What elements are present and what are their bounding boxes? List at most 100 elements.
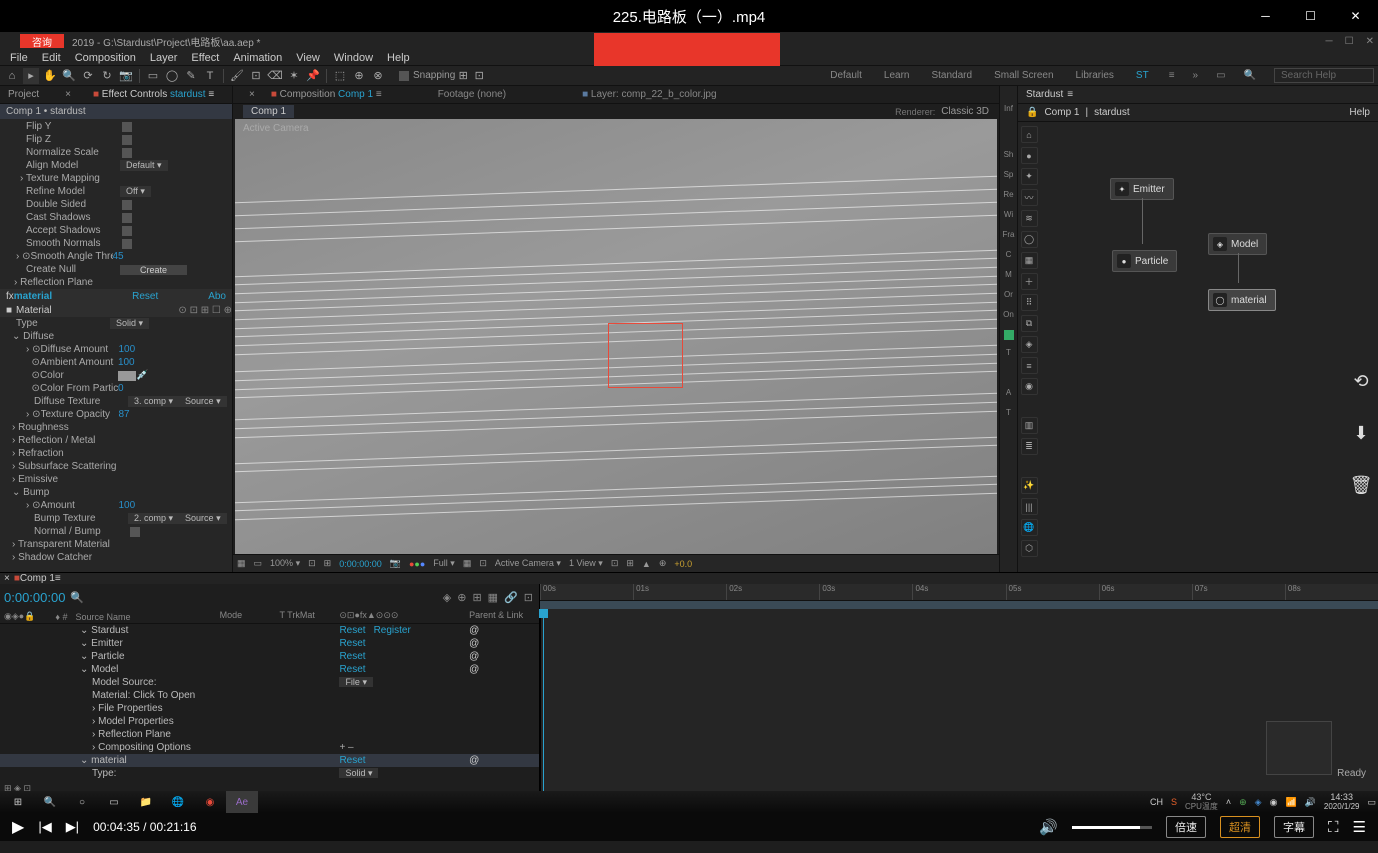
tl-comp-tab[interactable]: Comp 1 xyxy=(20,573,55,584)
ruler-mark[interactable]: 08s xyxy=(1285,584,1378,600)
create-button[interactable]: Create xyxy=(120,265,187,275)
ruler-mark[interactable]: 07s xyxy=(1192,584,1285,600)
zoom-dropdown[interactable]: 100% ▾ xyxy=(270,558,300,569)
acceptshadows-checkbox[interactable] xyxy=(122,226,132,236)
world-axis-icon[interactable]: ⊕ xyxy=(351,68,367,84)
narrow-a[interactable]: A xyxy=(1006,388,1011,400)
vb-snapshot-icon[interactable]: 📷 xyxy=(390,558,401,569)
composition-tab[interactable]: Composition xyxy=(280,89,336,100)
workspace-libraries[interactable]: Libraries xyxy=(1074,70,1116,81)
breadcrumb[interactable]: Comp 1 xyxy=(243,105,294,118)
mat-reflmetal[interactable]: › Reflection / Metal xyxy=(12,435,95,446)
video-minimize-icon[interactable]: ─ xyxy=(1243,0,1288,32)
roto-tool-icon[interactable]: ✶ xyxy=(286,68,302,84)
th-mode[interactable]: Mode xyxy=(220,610,280,623)
ni-bars-icon[interactable]: ▥ xyxy=(1021,417,1038,434)
vb-grid-icon[interactable]: ▭ xyxy=(254,558,263,569)
parent-pickwhip[interactable]: @ xyxy=(469,755,539,766)
orbit-tool-icon[interactable]: ⟳ xyxy=(80,68,96,84)
workspace-smallscreen[interactable]: Small Screen xyxy=(992,70,1055,81)
reset-link[interactable]: Reset xyxy=(339,755,365,766)
menu-effect[interactable]: Effect xyxy=(185,52,225,64)
renderer-dropdown[interactable]: Classic 3D xyxy=(941,106,989,117)
app-icon[interactable]: ◉ xyxy=(194,791,226,813)
workspace-st[interactable]: ST xyxy=(1134,70,1151,81)
download-icon[interactable]: ⬇ xyxy=(1350,422,1372,444)
prop-reflplane[interactable]: › Reflection Plane xyxy=(14,277,93,288)
ni-circle-icon[interactable]: ● xyxy=(1021,147,1038,164)
ruler-mark[interactable]: 03s xyxy=(819,584,912,600)
ni-hex-icon[interactable]: ⬡ xyxy=(1021,540,1038,557)
next-button[interactable]: ▶| xyxy=(66,819,79,835)
view-dropdown[interactable]: 1 View ▾ xyxy=(569,558,603,569)
ni-layers-icon[interactable]: ≣ xyxy=(1021,438,1038,455)
node-particle[interactable]: ●Particle xyxy=(1112,250,1177,272)
playhead[interactable] xyxy=(543,609,544,796)
layer-val-dropdown[interactable]: Solid ▾ xyxy=(339,768,378,778)
reset-link[interactable]: Reset xyxy=(339,651,365,662)
vb-transparency-icon[interactable]: ▦ xyxy=(463,558,472,569)
lock-icon[interactable]: 🔒 xyxy=(1026,107,1038,118)
difftex-dropdown[interactable]: 3. comp ▾ xyxy=(128,396,179,407)
th-trkmat[interactable]: TrkMat xyxy=(287,610,315,620)
layer-name[interactable]: › File Properties xyxy=(0,703,220,714)
menu-composition[interactable]: Composition xyxy=(69,52,142,64)
diffamount-value[interactable]: 100 xyxy=(119,344,136,355)
menu-edit[interactable]: Edit xyxy=(36,52,67,64)
node-canvas[interactable]: ✦Emitter ●Particle ◈Model ◯material xyxy=(1040,122,1378,572)
reset-link[interactable]: Reset xyxy=(132,291,158,302)
narrow-chk[interactable] xyxy=(1004,330,1014,340)
tl-ic3[interactable]: ⊞ xyxy=(472,591,481,604)
tl-ic6[interactable]: ⊡ xyxy=(524,591,533,604)
node-model[interactable]: ◈Model xyxy=(1208,233,1267,255)
tray-ic3[interactable]: ◉ xyxy=(1270,797,1278,808)
trash-icon[interactable]: 🗑 xyxy=(1350,474,1372,496)
vb-x1-icon[interactable]: ⊡ xyxy=(611,558,619,569)
difftex-src-dropdown[interactable]: Source ▾ xyxy=(179,396,227,407)
mat-roughness[interactable]: › Roughness xyxy=(12,422,69,433)
menu-layer[interactable]: Layer xyxy=(144,52,184,64)
app-minimize-icon[interactable]: ─ xyxy=(1326,36,1333,47)
brush-tool-icon[interactable]: 🖌 xyxy=(229,68,245,84)
alignmodel-dropdown[interactable]: Default ▾ xyxy=(120,160,168,171)
workspace-learn[interactable]: Learn xyxy=(882,70,912,81)
tray-ic1[interactable]: ⊕ xyxy=(1239,797,1247,808)
workspace-default[interactable]: Default xyxy=(828,70,864,81)
home-icon[interactable]: ⌂ xyxy=(4,68,20,84)
ni-cube-icon[interactable]: ◈ xyxy=(1021,336,1038,353)
mat-shadowcatcher[interactable]: › Shadow Catcher xyxy=(12,552,92,563)
layer-val-dropdown[interactable]: File ▾ xyxy=(339,677,373,687)
tray-up-icon[interactable]: ˄ xyxy=(1226,797,1231,807)
vb-rgb-icon[interactable]: ●●● xyxy=(409,559,425,569)
parent-pickwhip[interactable]: @ xyxy=(469,664,539,675)
about-link[interactable]: Abo xyxy=(208,291,226,302)
tl-ic2[interactable]: ⊕ xyxy=(457,591,466,604)
prop-texmap[interactable]: › Texture Mapping xyxy=(20,173,100,184)
ruler-mark[interactable]: 00s xyxy=(540,584,633,600)
stardust-tab[interactable]: Stardust xyxy=(1026,89,1063,100)
menu-view[interactable]: View xyxy=(290,52,326,64)
narrow-t1[interactable]: T xyxy=(1006,348,1011,360)
menu-window[interactable]: Window xyxy=(328,52,379,64)
layer-name[interactable]: Type: xyxy=(0,768,220,779)
composition-viewer[interactable]: Active Camera xyxy=(235,119,997,554)
search-taskbar-icon[interactable]: 🔍 xyxy=(34,791,66,813)
doublesided-checkbox[interactable] xyxy=(122,200,132,210)
ni-wand-icon[interactable]: ✨ xyxy=(1021,477,1038,494)
narrow-fra[interactable]: Fra xyxy=(1003,230,1015,242)
bumpamount-value[interactable]: 100 xyxy=(119,500,136,511)
quality-button[interactable]: 超清 xyxy=(1220,816,1260,838)
notification-icon[interactable]: ▭ xyxy=(1367,797,1376,808)
th-source[interactable]: Source Name xyxy=(76,612,131,622)
mat-bump[interactable]: ⌄ Bump xyxy=(12,487,49,498)
explorer-icon[interactable]: 📁 xyxy=(130,791,162,813)
parent-pickwhip[interactable]: @ xyxy=(469,651,539,662)
vb-res-icon[interactable]: ⊡ xyxy=(308,558,316,569)
ni-stack-icon[interactable]: ≡ xyxy=(1021,357,1038,374)
smoothangle-value[interactable]: 45 xyxy=(113,251,124,262)
menu-help[interactable]: Help xyxy=(381,52,416,64)
snap-opt1-icon[interactable]: ⊞ xyxy=(455,68,471,84)
narrow-on[interactable]: On xyxy=(1003,310,1014,322)
puppet-tool-icon[interactable]: 📌 xyxy=(305,68,321,84)
parent-pickwhip[interactable]: @ xyxy=(469,638,539,649)
